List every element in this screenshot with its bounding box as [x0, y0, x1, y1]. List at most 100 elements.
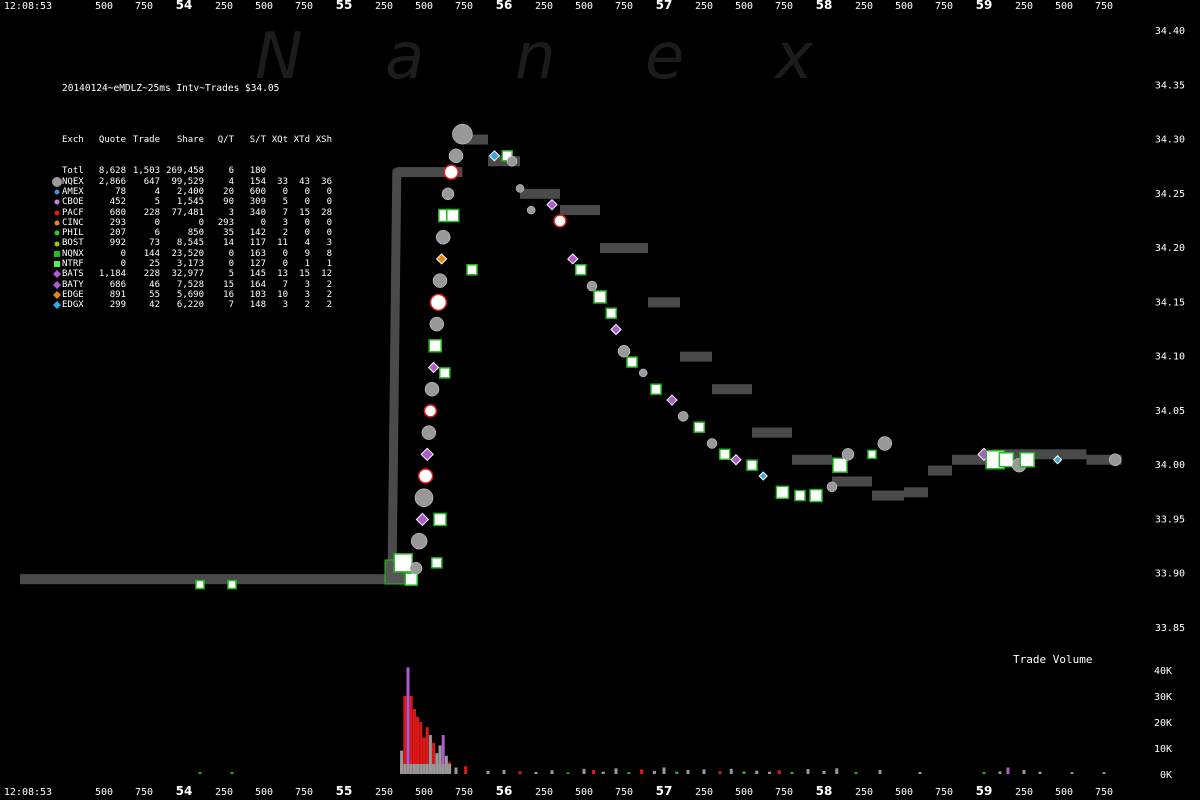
nbbo-segment — [832, 476, 872, 487]
stats-cell: 0 — [326, 186, 332, 197]
x-tick-label: 750 — [775, 1, 793, 12]
price-tick-label: 34.40 — [1155, 26, 1185, 37]
volume-bar — [1022, 769, 1026, 774]
volume-bar — [627, 772, 631, 774]
stats-cell: 117 — [249, 238, 266, 249]
x-tick-label: 250 — [695, 787, 713, 798]
stats-cell: 6 — [154, 228, 160, 239]
nbbo-segment — [712, 384, 752, 395]
legend-dot-icon — [52, 218, 62, 228]
stats-cell: 293 — [109, 217, 126, 228]
stats-cell: 154 — [249, 176, 266, 187]
stats-cell: 1 — [304, 259, 310, 270]
stats-cell: 3 — [282, 300, 288, 311]
x-tick-label: 750 — [935, 787, 953, 798]
stats-cell: AMEX — [62, 186, 84, 197]
stats-row: CINC 293 0 0 293 0 3 0 0 — [52, 218, 332, 228]
trade-marker — [417, 468, 434, 484]
col-header: Exch — [62, 135, 84, 146]
nbbo-segment — [872, 490, 904, 501]
legend-dot-icon — [52, 228, 62, 238]
stats-cell: 16 — [223, 289, 234, 300]
nbbo-segment — [680, 351, 712, 362]
x-tick-label: 56 — [496, 784, 513, 798]
stats-cell: 10 — [277, 289, 288, 300]
x-tick-label: 500 — [735, 1, 753, 12]
legend-diamond-icon — [52, 280, 62, 290]
x-tick-label: 250 — [1015, 1, 1033, 12]
volume-bar — [438, 764, 442, 774]
stats-cell: 2 — [326, 279, 332, 290]
volume-bar — [806, 769, 810, 774]
stats-cell: 992 — [109, 238, 126, 249]
volume-bar — [614, 768, 618, 774]
trade-marker — [448, 148, 464, 164]
trade-marker — [832, 457, 848, 473]
trade-marker — [746, 459, 758, 471]
stats-cell: CBOE — [62, 197, 84, 208]
x-tick-label: 250 — [695, 1, 713, 12]
stats-cell: 6 — [228, 166, 234, 177]
stats-cell: 2 — [304, 300, 310, 311]
x-tick-label: 750 — [1095, 787, 1113, 798]
x-tick-label: 59 — [976, 784, 993, 798]
volume-tick-label: 40K — [1154, 666, 1172, 677]
trade-marker — [719, 448, 731, 461]
x-tick-label: 250 — [215, 787, 233, 798]
x-tick-label: 500 — [415, 787, 433, 798]
stats-cell: 2 — [326, 300, 332, 311]
nbbo-segment — [928, 465, 952, 476]
stats-cell: 36 — [321, 176, 332, 187]
stats-cell: 4 — [154, 186, 160, 197]
volume-bar — [441, 764, 445, 774]
trade-marker — [410, 532, 428, 550]
x-tick-label: 56 — [496, 0, 513, 12]
stats-cell: 8 — [326, 248, 332, 259]
volume-bar — [729, 768, 733, 774]
stats-cell: 5,690 — [176, 289, 204, 300]
watermark-letter: n — [515, 20, 556, 94]
stats-cell: 600 — [249, 186, 266, 197]
trade-marker — [586, 280, 598, 292]
x-tick-label: 750 — [615, 787, 633, 798]
stats-row: EDGX 299 42 6,220 7 148 3 2 2 — [52, 300, 332, 310]
x-tick-label: 500 — [575, 1, 593, 12]
nbbo-segment — [20, 574, 392, 585]
nbbo-segment — [792, 454, 832, 465]
trade-marker — [706, 438, 718, 449]
stats-row: NQEX 2,866 647 99,529 4 154 33 43 36 — [52, 177, 332, 187]
trade-marker — [428, 339, 442, 353]
legend-diamond-icon — [52, 290, 62, 300]
volume-bar — [1006, 767, 1010, 774]
trade-markers — [195, 123, 1122, 590]
volume-bar — [768, 771, 772, 774]
stats-cell: 4 — [304, 238, 310, 249]
stats-cell: 5 — [228, 269, 234, 280]
trade-marker — [666, 394, 678, 406]
x-tick-label: 58 — [816, 784, 833, 798]
stats-cell: 5 — [154, 197, 160, 208]
stats-cell: 5 — [282, 197, 288, 208]
volume-bar — [640, 769, 644, 774]
trade-marker — [546, 198, 558, 211]
legend-diamond-icon — [52, 269, 62, 279]
volume-bar — [652, 770, 656, 774]
nbbo-segment — [1048, 449, 1087, 460]
stats-cell: 42 — [149, 300, 160, 311]
volume-bar — [550, 770, 554, 774]
x-tick-label: 500 — [895, 1, 913, 12]
volume-bar — [419, 764, 423, 774]
stats-cell: 35 — [223, 228, 234, 239]
trade-marker — [441, 187, 455, 201]
stats-cell: 14 — [223, 238, 234, 249]
x-tick-label: 750 — [135, 787, 153, 798]
volume-bar — [718, 771, 722, 774]
trade-marker — [423, 404, 438, 418]
trade-marker — [626, 356, 638, 368]
volume-bar — [448, 764, 452, 774]
legend-circle-icon — [52, 176, 62, 187]
trade-marker — [393, 553, 413, 573]
trade-marker — [610, 323, 622, 336]
stats-cell: 78 — [115, 186, 126, 197]
x-tick-label: 750 — [135, 1, 153, 12]
